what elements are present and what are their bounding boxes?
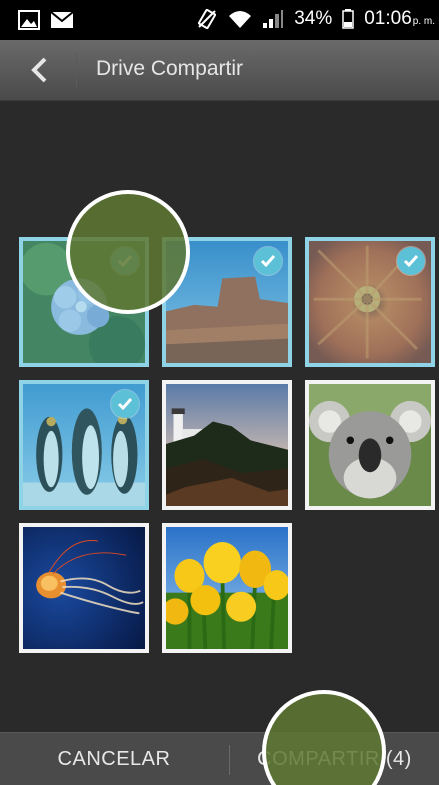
photo-thumbnail-tulips[interactable] — [162, 523, 292, 653]
back-button[interactable] — [22, 54, 56, 86]
vibrate-icon — [198, 8, 217, 30]
tulips-image — [166, 527, 288, 649]
wifi-icon — [229, 11, 252, 28]
clock-ampm: p. m. — [412, 16, 435, 27]
back-arrow-icon — [31, 57, 47, 83]
photo-thumbnail-penguins[interactable] — [19, 380, 149, 510]
photo-grid — [0, 100, 439, 732]
checkmark-icon — [254, 247, 282, 275]
mail-icon — [50, 11, 74, 28]
action-bar: Drive Compartir — [0, 40, 439, 101]
status-bar: 34% 01:06p. m. — [0, 0, 439, 40]
status-left — [18, 10, 74, 30]
checkmark-icon — [111, 247, 139, 275]
checkmark-icon — [111, 390, 139, 418]
cancel-button[interactable]: CANCELAR — [0, 733, 228, 785]
action-bar-divider — [76, 52, 77, 88]
screen: 34% 01:06p. m. Drive Compartir CANCELAR … — [0, 0, 439, 785]
koala-image — [309, 384, 431, 506]
page-title: Drive Compartir — [96, 57, 244, 80]
clock: 01:06p. m. — [364, 8, 435, 30]
photo-thumbnail-desert[interactable] — [162, 237, 292, 367]
status-right: 34% 01:06p. m. — [196, 8, 435, 30]
photo-thumbnail-koala[interactable] — [305, 380, 435, 510]
photo-thumbnail-jellyfish[interactable] — [19, 523, 149, 653]
checkmark-icon — [397, 247, 425, 275]
picture-icon — [18, 10, 40, 30]
jellyfish-image — [23, 527, 145, 649]
bottom-bar: CANCELAR COMPARTIR (4) — [0, 732, 439, 785]
battery-icon — [342, 9, 354, 29]
battery-percent: 34% — [294, 8, 333, 29]
share-button[interactable]: COMPARTIR (4) — [230, 733, 439, 785]
signal-icon — [263, 10, 284, 28]
lighthouse-image — [166, 384, 288, 506]
photo-thumbnail-hydrangeas[interactable] — [19, 237, 149, 367]
photo-thumbnail-lighthouse[interactable] — [162, 380, 292, 510]
clock-time: 01:06 — [364, 8, 412, 29]
photo-thumbnail-chrysanthemum[interactable] — [305, 237, 435, 367]
